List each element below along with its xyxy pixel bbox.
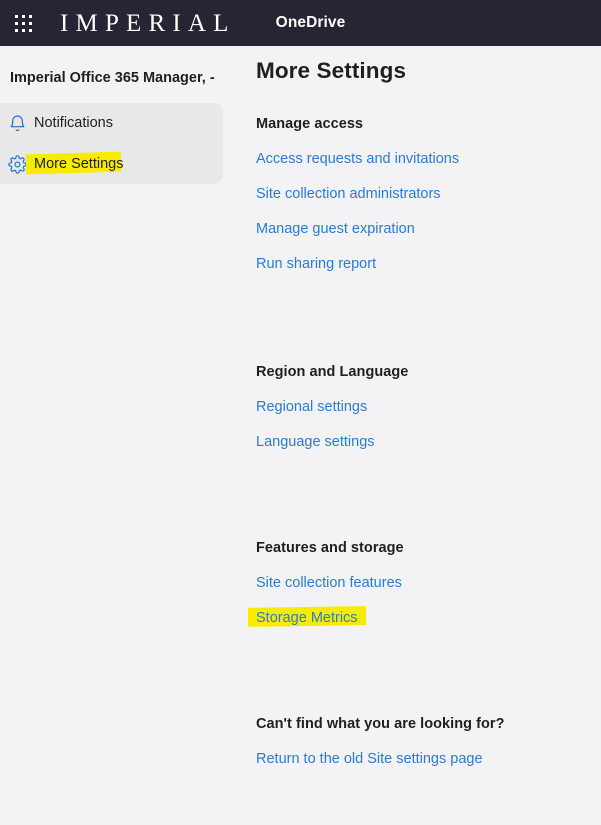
sidebar-item-more-settings-label: More Settings	[34, 156, 123, 172]
link-run-sharing-report[interactable]: Run sharing report	[256, 255, 376, 273]
settings-group-manage-access: Manage access Access requests and invita…	[256, 116, 601, 273]
app-launcher-waffle-icon[interactable]	[0, 0, 46, 46]
link-language-settings[interactable]: Language settings	[256, 433, 375, 451]
waffle-dot	[29, 29, 32, 32]
group-heading: Can't find what you are looking for?	[256, 716, 601, 732]
suite-header-bar: IMPERIAL OneDrive	[0, 0, 601, 46]
bell-icon	[0, 114, 34, 133]
more-settings-content: More Settings Manage access Access reque…	[240, 46, 601, 825]
waffle-dot	[22, 29, 25, 32]
waffle-dot	[15, 15, 18, 18]
link-manage-guest-expiration[interactable]: Manage guest expiration	[256, 220, 415, 238]
sidebar-nav-panel: Notifications More Settings	[0, 103, 223, 184]
link-row: Return to the old Site settings page	[256, 750, 601, 768]
link-row: Site collection features	[256, 574, 601, 592]
settings-sidebar: Imperial Office 365 Manager, - Notificat…	[0, 46, 240, 825]
group-heading: Manage access	[256, 116, 601, 132]
link-regional-settings[interactable]: Regional settings	[256, 398, 367, 416]
waffle-grid	[15, 15, 32, 32]
link-row: Manage guest expiration	[256, 220, 601, 238]
link-row: Run sharing report	[256, 255, 601, 273]
waffle-dot	[15, 29, 18, 32]
group-heading: Region and Language	[256, 364, 601, 380]
sidebar-item-notifications-label: Notifications	[34, 115, 113, 131]
sidebar-item-notifications[interactable]: Notifications	[0, 103, 223, 143]
group-heading: Features and storage	[256, 540, 601, 556]
link-access-requests-and-invitations[interactable]: Access requests and invitations	[256, 150, 459, 168]
page-title: More Settings	[256, 58, 406, 84]
link-row: Regional settings	[256, 398, 601, 416]
waffle-dot	[29, 15, 32, 18]
brand-logo: IMPERIAL	[60, 11, 236, 36]
settings-group-features-and-storage: Features and storage Site collection fea…	[256, 540, 601, 627]
settings-group-help: Can't find what you are looking for? Ret…	[256, 716, 601, 768]
link-storage-metrics[interactable]: Storage Metrics	[256, 609, 358, 627]
link-row: Access requests and invitations	[256, 150, 601, 168]
link-site-collection-administrators[interactable]: Site collection administrators	[256, 185, 441, 203]
link-row: Storage Metrics	[256, 609, 601, 627]
link-row: Site collection administrators	[256, 185, 601, 203]
account-title: Imperial Office 365 Manager, -	[10, 70, 215, 86]
waffle-dot	[22, 15, 25, 18]
settings-group-region-and-language: Region and Language Regional settings La…	[256, 364, 601, 451]
waffle-dot	[22, 22, 25, 25]
waffle-dot	[15, 22, 18, 25]
sidebar-item-more-settings[interactable]: More Settings	[0, 144, 223, 184]
link-row: Language settings	[256, 433, 601, 451]
link-site-collection-features[interactable]: Site collection features	[256, 574, 402, 592]
waffle-dot	[29, 22, 32, 25]
link-return-to-old-site-settings-page[interactable]: Return to the old Site settings page	[256, 750, 483, 768]
app-name-onedrive[interactable]: OneDrive	[276, 14, 346, 32]
